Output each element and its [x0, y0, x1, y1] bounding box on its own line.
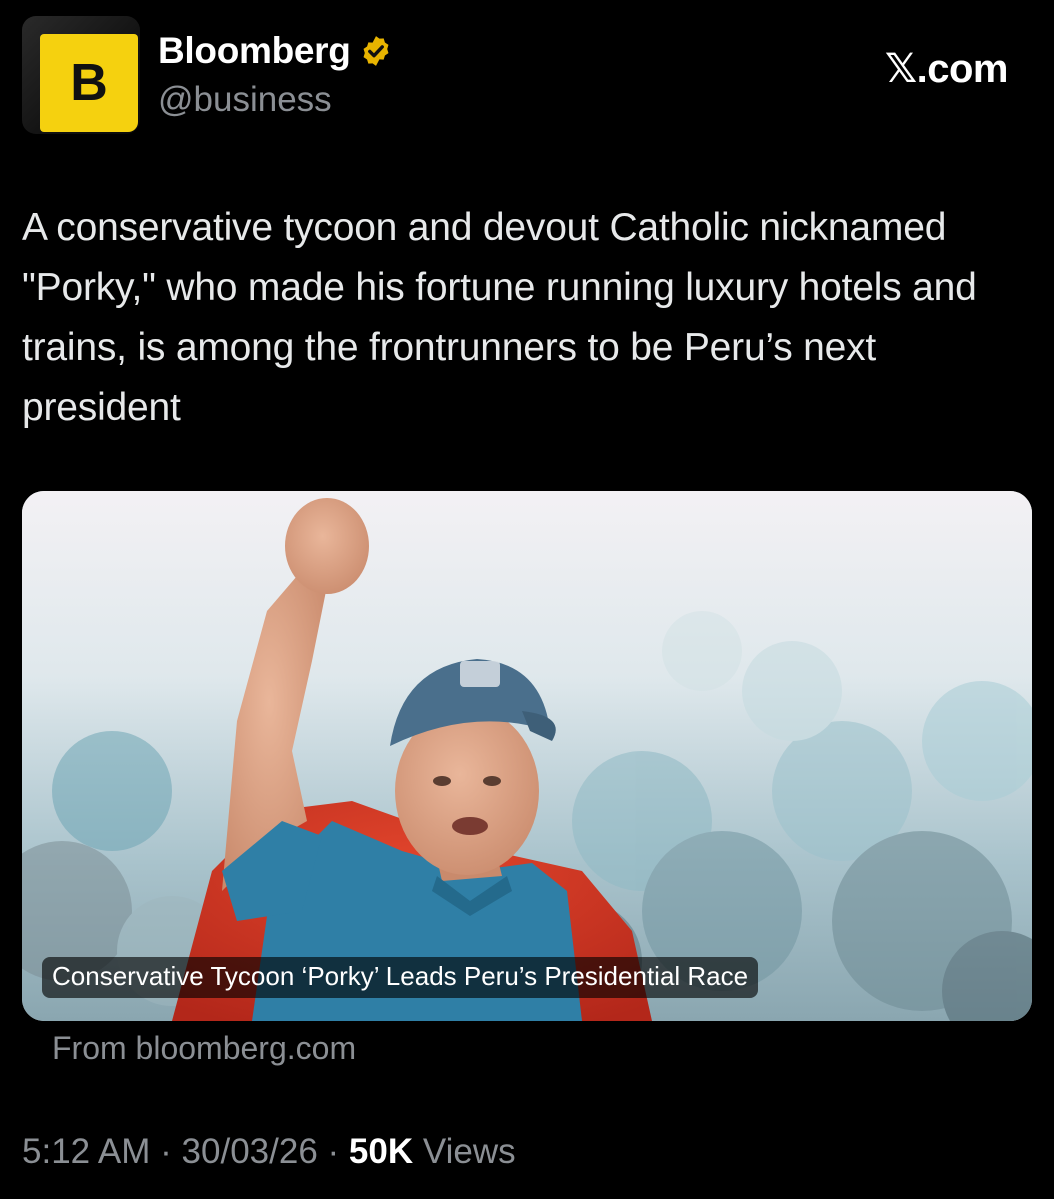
link-card-image[interactable]: Conservative Tycoon ‘Porky’ Leads Peru’s…: [22, 491, 1032, 1021]
tweet-meta: 5:12 AM · 30/03/26 · 50K Views: [22, 1132, 516, 1172]
meta-separator: ·: [160, 1132, 172, 1171]
meta-separator: ·: [327, 1132, 340, 1171]
views-count: 50K: [348, 1132, 414, 1171]
views-label: Views: [422, 1132, 516, 1171]
link-source[interactable]: From bloomberg.com: [52, 1030, 356, 1067]
account-handle[interactable]: @business: [158, 80, 332, 120]
tweet-header: B Bloomberg @business 𝕏.com: [22, 16, 1032, 136]
rally-photo: [22, 491, 1032, 1021]
display-name[interactable]: Bloomberg: [158, 30, 351, 72]
name-row: Bloomberg: [158, 30, 393, 72]
tweet-date[interactable]: 30/03/26: [182, 1132, 318, 1171]
tweet-time[interactable]: 5:12 AM: [22, 1132, 150, 1171]
account-avatar[interactable]: B: [22, 16, 140, 134]
link-card-headline: Conservative Tycoon ‘Porky’ Leads Peru’s…: [42, 957, 759, 998]
x-site-mark: 𝕏.com: [884, 47, 1009, 91]
tweet-text: A conservative tycoon and devout Catholi…: [22, 206, 977, 429]
verified-badge-icon: [363, 36, 389, 66]
avatar-letter: B: [70, 54, 108, 112]
bloomberg-logo-tile: B: [40, 34, 138, 132]
